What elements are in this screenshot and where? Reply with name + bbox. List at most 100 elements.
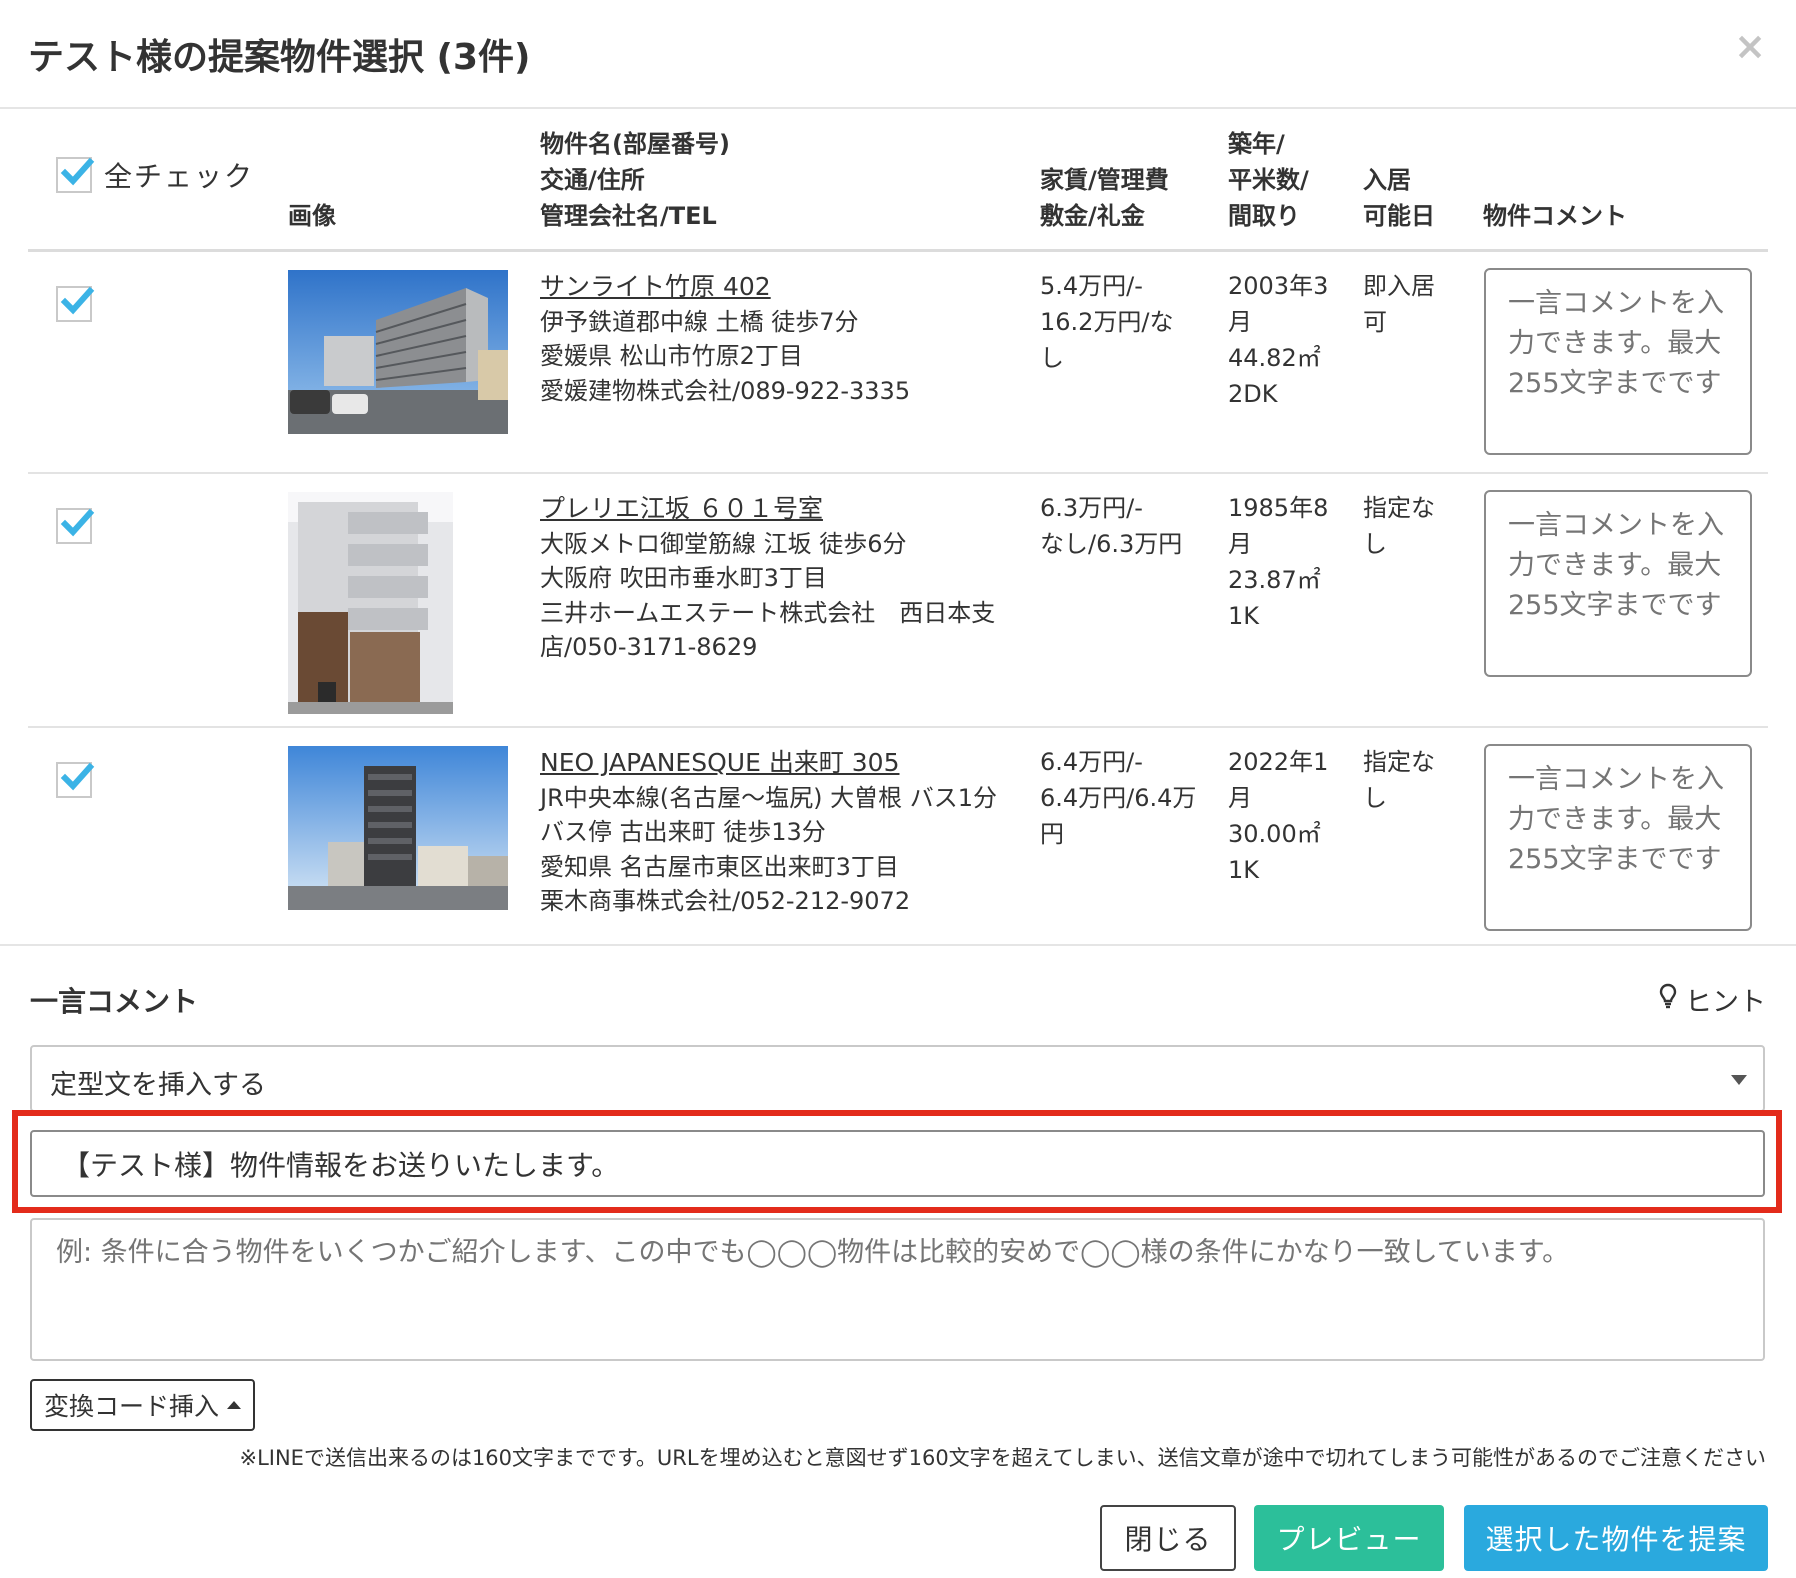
property-specs: 2022年1 月 30.00㎡ 1K — [1228, 744, 1328, 888]
section-divider — [0, 944, 1796, 946]
specs-line: 44.82㎡ — [1228, 344, 1321, 372]
insert-code-label: 変換コード挿入 — [44, 1392, 220, 1421]
property-name-link[interactable]: プレリエ江坂 ６０１号室 — [540, 492, 995, 527]
rent-line: 16.2万円/な — [1040, 308, 1174, 336]
row-checkbox[interactable] — [56, 762, 95, 798]
property-move-in: 即入居 可 — [1363, 268, 1435, 340]
header-property-access: 交通/住所 — [540, 166, 645, 194]
header-property-company: 管理会社名/TEL — [540, 202, 717, 230]
property-access: 大阪メトロ御堂筋線 江坂 徒歩6分 — [540, 529, 907, 558]
property-info: サンライト竹原 402 伊予鉄道郡中線 土橋 徒歩7分 愛媛県 松山市竹原2丁目… — [540, 270, 910, 408]
header-deposit: 敷金/礼金 — [1040, 202, 1145, 230]
rent-line: なし/6.3万円 — [1040, 530, 1183, 558]
message-title-input[interactable] — [30, 1130, 1765, 1197]
table-row: サンライト竹原 402 伊予鉄道郡中線 土橋 徒歩7分 愛媛県 松山市竹原2丁目… — [28, 252, 1768, 474]
specs-line: 2003年3 — [1228, 272, 1329, 300]
property-name-link[interactable]: NEO JAPANESQUE 出来町 305 — [540, 746, 997, 781]
caret-up-icon — [227, 1401, 242, 1409]
header-move-in-1: 入居 — [1363, 166, 1411, 194]
header-move-in: 入居 可能日 — [1363, 162, 1435, 234]
specs-line: 1985年8 — [1228, 494, 1329, 522]
specs-line: 月 — [1228, 308, 1252, 336]
specs-line: 23.87㎡ — [1228, 566, 1321, 594]
rent-line: し — [1040, 344, 1064, 372]
lightbulb-icon — [1659, 983, 1677, 1016]
move-in-line: し — [1363, 530, 1387, 558]
row-checkbox[interactable] — [56, 508, 95, 544]
move-in-line: 即入居 — [1363, 272, 1435, 300]
header-move-in-2: 可能日 — [1363, 202, 1435, 230]
property-access: JR中央本線(名古屋〜塩尻) 大曽根 バス1分 — [540, 783, 998, 812]
specs-line: 月 — [1228, 784, 1252, 812]
header-comment: 物件コメント — [1483, 202, 1627, 230]
table-row: プレリエ江坂 ６０１号室 大阪メトロ御堂筋線 江坂 徒歩6分 大阪府 吹田市垂水… — [28, 474, 1768, 728]
rent-line: 5.4万円/- — [1040, 272, 1143, 300]
header-layout: 間取り — [1228, 202, 1300, 230]
property-photo — [288, 746, 508, 910]
comment-section-title: 一言コメント — [30, 985, 199, 1018]
specs-line: 1K — [1228, 856, 1260, 884]
property-address: 愛媛県 松山市竹原2丁目 — [540, 342, 803, 370]
rent-line: 6.4万円/- — [1040, 748, 1143, 776]
property-rent: 6.3万円/- なし/6.3万円 — [1040, 490, 1182, 562]
move-in-line: し — [1363, 784, 1387, 812]
move-in-line: 指定な — [1363, 748, 1435, 776]
property-rent: 6.4万円/- 6.4万円/6.4万 円 — [1040, 744, 1196, 852]
property-address: 愛知県 名古屋市東区出来町3丁目 — [540, 852, 899, 881]
header-built-year: 築年/ — [1228, 130, 1285, 158]
property-name-link[interactable]: サンライト竹原 402 — [540, 270, 910, 305]
modal-header: テスト様の提案物件選択 (3件) × — [0, 0, 1796, 109]
property-info: プレリエ江坂 ６０１号室 大阪メトロ御堂筋線 江坂 徒歩6分 大阪府 吹田市垂水… — [540, 492, 995, 665]
property-rent: 5.4万円/- 16.2万円/な し — [1040, 268, 1174, 376]
preview-button[interactable]: プレビュー — [1254, 1505, 1444, 1571]
hint-label: ヒント — [1685, 987, 1766, 1018]
header-rent: 家賃/管理費 敷金/礼金 — [1040, 162, 1169, 234]
check-all[interactable]: 全チェック — [56, 155, 254, 195]
property-comment-input[interactable] — [1484, 744, 1752, 931]
table-row: NEO JAPANESQUE 出来町 305 JR中央本線(名古屋〜塩尻) 大曽… — [28, 728, 1768, 946]
close-icon[interactable]: × — [1730, 26, 1770, 66]
rent-line: 6.3万円/- — [1040, 494, 1143, 522]
header-property-name: 物件名(部屋番号) — [540, 130, 730, 158]
rent-line: 円 — [1040, 820, 1064, 848]
close-button[interactable]: 閉じる — [1100, 1505, 1236, 1571]
move-in-line: 可 — [1363, 308, 1387, 336]
property-move-in: 指定な し — [1363, 744, 1435, 816]
property-comment-input[interactable] — [1484, 490, 1752, 677]
check-all-label: 全チェック — [104, 160, 255, 193]
property-address: 大阪府 吹田市垂水町3丁目 — [540, 564, 827, 592]
property-company: 愛媛建物株式会社/089-922-3335 — [540, 376, 911, 405]
template-select[interactable]: 定型文を挿入する — [30, 1045, 1765, 1112]
message-textarea[interactable] — [30, 1218, 1765, 1361]
hint-link[interactable]: ヒント — [1659, 980, 1766, 1019]
header-property: 物件名(部屋番号) 交通/住所 管理会社名/TEL — [540, 126, 730, 234]
property-move-in: 指定な し — [1363, 490, 1435, 562]
property-info: NEO JAPANESQUE 出来町 305 JR中央本線(名古屋〜塩尻) 大曽… — [540, 746, 997, 919]
header-area: 平米数/ — [1228, 166, 1309, 194]
submit-proposal-button[interactable]: 選択した物件を提案 — [1464, 1505, 1768, 1571]
header-image: 画像 — [288, 202, 336, 230]
specs-line: 2DK — [1228, 380, 1278, 408]
property-company: 三井ホームエステート株式会社 西日本支 — [540, 598, 996, 627]
table-header: 全チェック 画像 物件名(部屋番号) 交通/住所 管理会社名/TEL 家賃/管理… — [28, 109, 1768, 252]
move-in-line: 指定な — [1363, 494, 1435, 522]
property-comment-input[interactable] — [1484, 268, 1752, 455]
check-all-checkbox[interactable] — [56, 157, 95, 193]
property-company: 栗木商事株式会社/052-212-9072 — [540, 887, 911, 915]
row-checkbox[interactable] — [56, 286, 95, 322]
header-specs: 築年/ 平米数/ 間取り — [1228, 126, 1309, 234]
template-select-value: 定型文を挿入する — [50, 1070, 266, 1101]
insert-code-button[interactable]: 変換コード挿入 — [30, 1379, 256, 1431]
modal-title: テスト様の提案物件選択 (3件) — [28, 37, 531, 78]
property-access-bus: バス停 古出来町 徒歩13分 — [540, 818, 826, 846]
specs-line: 30.00㎡ — [1228, 820, 1321, 848]
line-notice: ※LINEで送信出来るのは160文字までです。URLを埋め込むと意図せず160文… — [239, 1446, 1766, 1470]
rent-line: 6.4万円/6.4万 — [1040, 784, 1197, 812]
property-photo — [288, 492, 453, 714]
property-photo — [288, 270, 508, 434]
property-company-tel: 店/050-3171-8629 — [540, 633, 758, 661]
property-specs: 1985年8 月 23.87㎡ 1K — [1228, 490, 1328, 634]
specs-line: 1K — [1228, 602, 1260, 630]
header-rent-fee: 家賃/管理費 — [1040, 166, 1169, 194]
specs-line: 2022年1 — [1228, 748, 1329, 776]
